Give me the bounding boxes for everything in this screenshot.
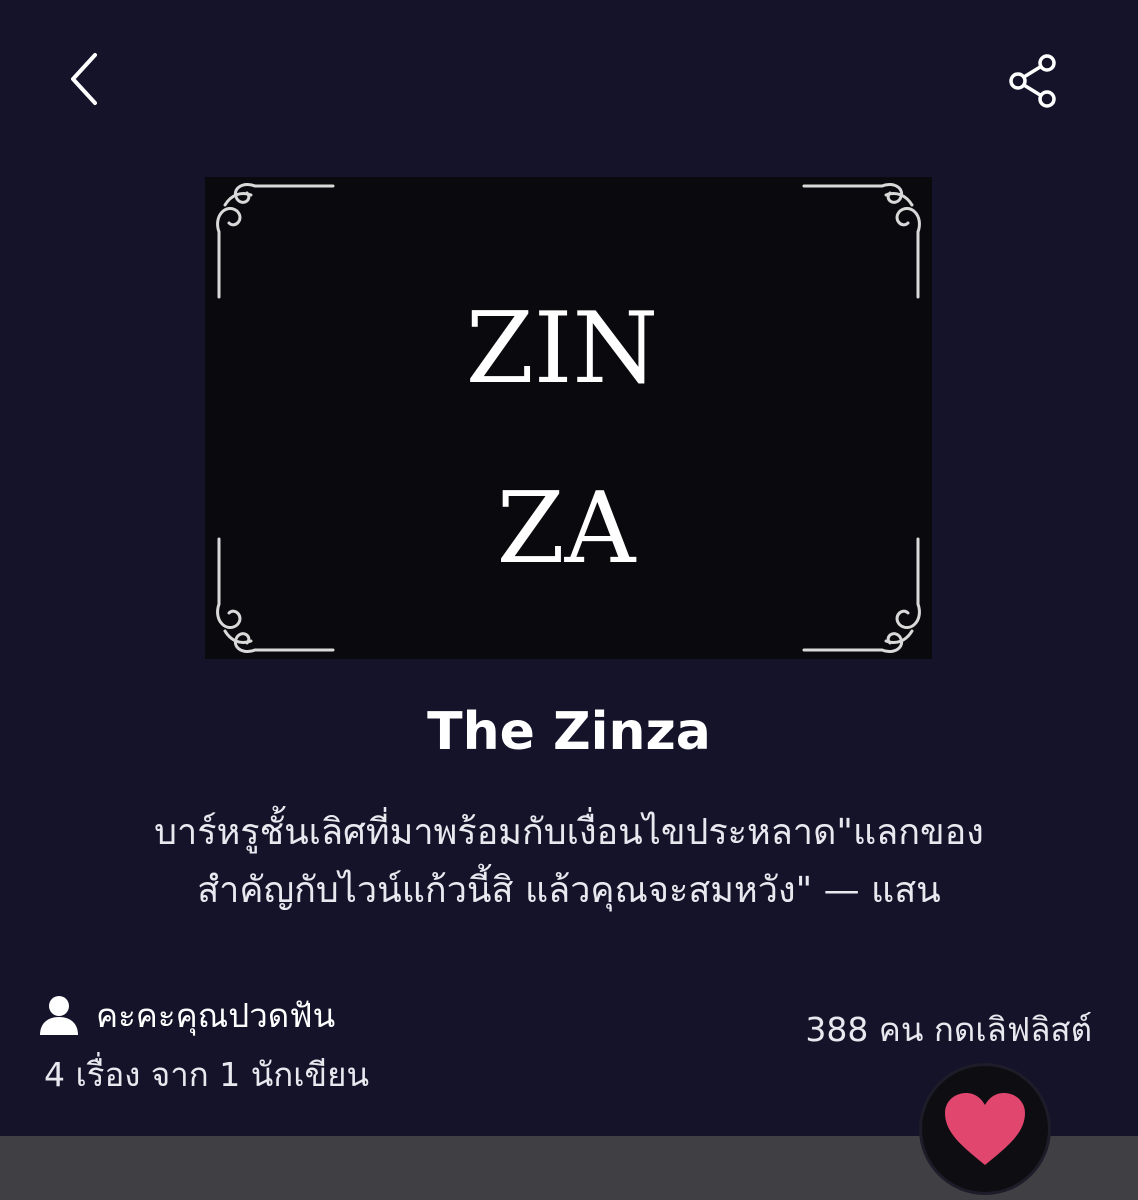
person-icon <box>40 996 78 1035</box>
back-button[interactable] <box>50 44 120 114</box>
share-button[interactable] <box>996 44 1070 118</box>
heart-icon <box>945 1093 1025 1165</box>
story-title: The Zinza <box>427 702 711 762</box>
synopsis-line: บาร์หรูชั้นเลิศที่มาพร้อมกับเงื่อนไขประห… <box>154 812 984 853</box>
author-name: คะคะคุณปวดฟัน <box>96 995 336 1035</box>
author-link[interactable]: คะคะคุณปวดฟัน <box>38 990 335 1040</box>
favorite-count: 388 คน กดเลิฟลิสต์ <box>805 1010 1092 1049</box>
favorite-button[interactable] <box>922 1066 1048 1192</box>
cover-title-line2: ZA <box>497 472 637 586</box>
cover-title-line1: ZIN <box>466 292 659 406</box>
share-icon <box>1009 54 1056 108</box>
chevron-left-icon <box>71 53 97 105</box>
synopsis-line: สำคัญกับไวน์แก้วนี้สิ แล้วคุณจะสมหวัง" —… <box>197 870 941 911</box>
synopsis: บาร์หรูชั้นเลิศที่มาพร้อมกับเงื่อนไขประห… <box>60 804 1078 920</box>
cover-image: ZIN ZA <box>205 177 932 659</box>
story-stats: 4 เรื่อง จาก 1 นักเขียน <box>44 1055 370 1094</box>
